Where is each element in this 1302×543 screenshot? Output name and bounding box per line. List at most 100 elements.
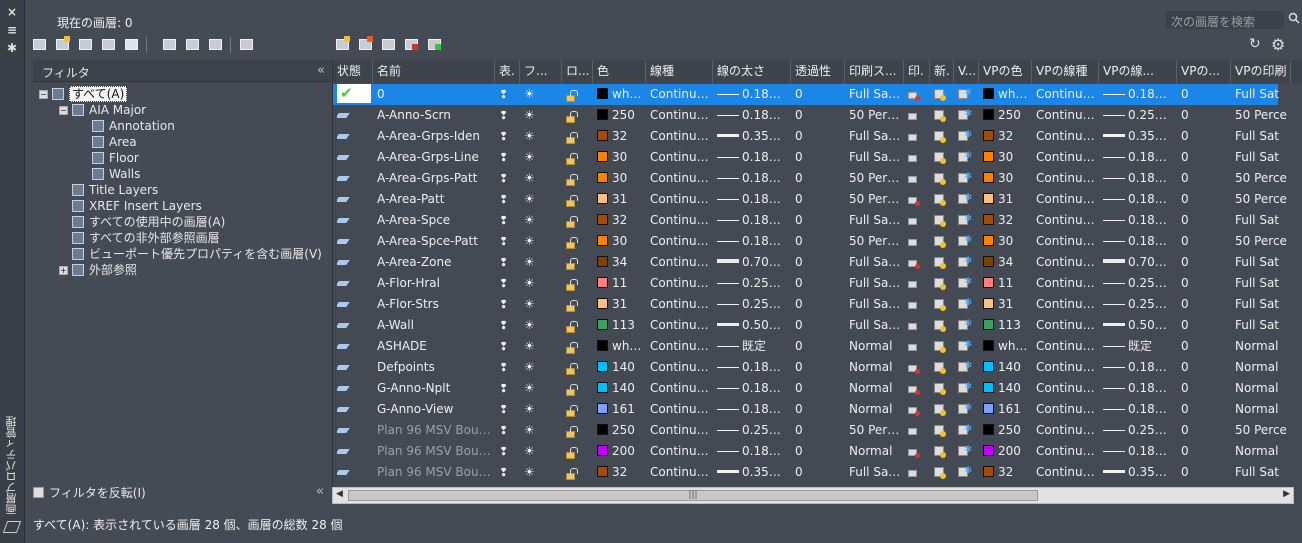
sun-icon[interactable]: ☀ bbox=[524, 255, 535, 269]
new-vp-freeze-icon[interactable] bbox=[934, 446, 946, 458]
vp-freeze-icon[interactable] bbox=[958, 420, 972, 440]
column-header[interactable]: VPの線種 bbox=[1032, 60, 1099, 83]
vp-freeze-icon[interactable] bbox=[958, 294, 972, 314]
lightbulb-icon[interactable]: ❢ bbox=[499, 256, 508, 269]
color-swatch[interactable] bbox=[597, 277, 608, 288]
color-swatch[interactable] bbox=[597, 151, 608, 162]
filter-tree-item[interactable]: Walls bbox=[79, 166, 140, 182]
table-row[interactable]: G-Anno-View ❢ ☀ 161 Continu… 0.18… 0 Normal 161 C… bbox=[333, 399, 1278, 420]
color-swatch[interactable] bbox=[597, 172, 608, 183]
filter-tree-item[interactable]: Annotation bbox=[79, 118, 175, 134]
layer-states-manager-icon[interactable] bbox=[77, 36, 94, 53]
vp-freeze-icon[interactable] bbox=[958, 189, 972, 209]
unlock-icon[interactable] bbox=[566, 195, 578, 207]
new-vp-freeze-icon[interactable] bbox=[934, 257, 946, 269]
lightbulb-icon[interactable]: ❢ bbox=[499, 445, 508, 458]
table-row[interactable]: Plan 96 MSV Bou… ❢ ☀ 200 Continu… 0.18… 0 Norma… bbox=[333, 441, 1278, 462]
color-swatch[interactable] bbox=[597, 214, 608, 225]
printer-icon[interactable] bbox=[908, 113, 917, 120]
folder-icon[interactable] bbox=[161, 36, 178, 53]
column-header[interactable]: V... bbox=[954, 60, 979, 83]
table-row[interactable]: Defpoints ❢ ☀ 140 Continu… 0.18… 0 Normal 140 Con… bbox=[333, 357, 1278, 378]
lightbulb-icon[interactable]: ❢ bbox=[499, 319, 508, 332]
vp-freeze-icon[interactable] bbox=[958, 315, 972, 335]
vp-color-swatch[interactable] bbox=[983, 277, 994, 288]
vp-color-swatch[interactable] bbox=[983, 361, 994, 372]
scroll-right-icon[interactable]: ▶ bbox=[1283, 489, 1290, 499]
filter-tree-item[interactable]: すべての非外部参照画層 bbox=[59, 230, 220, 246]
close-icon[interactable]: × bbox=[5, 6, 19, 18]
unlock-icon[interactable] bbox=[566, 300, 578, 312]
printer-icon[interactable] bbox=[908, 302, 917, 309]
refresh-icon[interactable]: ↻ bbox=[1249, 36, 1261, 52]
vp-freeze-icon[interactable] bbox=[958, 126, 972, 146]
layer-state-icon[interactable] bbox=[337, 218, 350, 223]
vp-color-swatch[interactable] bbox=[983, 235, 994, 246]
lightbulb-icon[interactable]: ❢ bbox=[499, 466, 508, 479]
layer-state-icon[interactable] bbox=[337, 407, 350, 412]
collapse-panel-icon[interactable]: « bbox=[316, 484, 324, 499]
new-vp-freeze-icon[interactable] bbox=[934, 110, 946, 122]
filter-tree-item[interactable]: すべての使用中の画層(A) bbox=[59, 214, 225, 230]
sun-icon[interactable]: ☀ bbox=[524, 381, 535, 395]
sun-icon[interactable]: ☀ bbox=[524, 150, 535, 164]
unlock-icon[interactable] bbox=[566, 216, 578, 228]
unlock-icon[interactable] bbox=[566, 153, 578, 165]
unlock-icon[interactable] bbox=[566, 342, 578, 354]
vp-color-swatch[interactable] bbox=[983, 172, 994, 183]
printer-icon[interactable] bbox=[908, 386, 920, 395]
vp-freeze-icon[interactable] bbox=[958, 462, 972, 482]
vp-color-swatch[interactable] bbox=[983, 340, 994, 351]
set-current-layer-icon[interactable] bbox=[426, 36, 443, 53]
printer-icon[interactable] bbox=[908, 407, 920, 416]
column-header[interactable]: 線種 bbox=[646, 60, 713, 83]
search-icon[interactable] bbox=[1288, 12, 1300, 24]
table-row[interactable]: A-Flor-Hral ❢ ☀ 11 Continu… 0.25… 0 Full Sa… 11 C… bbox=[333, 273, 1279, 294]
table-row[interactable]: A-Area-Grps-Iden ❢ ☀ 32 Continu… 0.35… 0 Full S… bbox=[333, 126, 1279, 147]
save-icon[interactable] bbox=[123, 36, 140, 53]
vp-color-swatch[interactable] bbox=[983, 130, 994, 141]
unlock-icon[interactable] bbox=[566, 174, 578, 186]
properties-icon[interactable]: ✱ bbox=[5, 42, 19, 54]
lightbulb-icon[interactable]: ❢ bbox=[499, 109, 508, 122]
layer-state-icon[interactable] bbox=[337, 134, 350, 139]
column-header[interactable]: 透過性 bbox=[791, 60, 845, 83]
new-vp-freeze-icon[interactable] bbox=[934, 341, 946, 353]
vp-color-swatch[interactable] bbox=[983, 193, 994, 204]
vp-freeze-icon[interactable] bbox=[958, 105, 972, 125]
sun-icon[interactable]: ☀ bbox=[524, 339, 535, 353]
new-vp-freeze-icon[interactable] bbox=[934, 362, 946, 374]
printer-icon[interactable] bbox=[908, 428, 917, 435]
table-row[interactable]: ✔ 0 ❢ ☀ wh… Continu… 0.18… 0 Full Sa… wh… Continu…… bbox=[333, 84, 1279, 105]
layer-state-icon[interactable] bbox=[337, 113, 350, 118]
collapse-filter-icon[interactable]: « bbox=[317, 63, 325, 78]
color-swatch[interactable] bbox=[597, 256, 608, 267]
vp-color-swatch[interactable] bbox=[983, 298, 994, 309]
sun-icon[interactable]: ☀ bbox=[524, 276, 535, 290]
table-row[interactable]: A-Area-Patt ❢ ☀ 31 Continu… 0.18… 0 50 Per… 31 Co… bbox=[333, 189, 1287, 210]
unlock-icon[interactable] bbox=[566, 90, 578, 102]
vp-color-swatch[interactable] bbox=[983, 214, 994, 225]
printer-icon[interactable] bbox=[908, 470, 917, 477]
unlock-icon[interactable] bbox=[566, 258, 578, 270]
color-swatch[interactable] bbox=[597, 445, 608, 456]
lightbulb-icon[interactable]: ❢ bbox=[499, 172, 508, 185]
lightbulb-icon[interactable]: ❢ bbox=[499, 151, 508, 164]
color-swatch[interactable] bbox=[597, 235, 608, 246]
printer-icon[interactable] bbox=[908, 92, 920, 101]
printer-icon[interactable] bbox=[908, 134, 917, 141]
lightbulb-icon[interactable]: ❢ bbox=[499, 403, 508, 416]
lightbulb-icon[interactable]: ❢ bbox=[499, 235, 508, 248]
printer-icon[interactable] bbox=[908, 218, 917, 225]
column-header[interactable]: ロ... bbox=[562, 60, 593, 83]
new-group-filter-icon[interactable] bbox=[54, 36, 71, 53]
new-layer-icon[interactable] bbox=[334, 36, 351, 53]
color-swatch[interactable] bbox=[597, 88, 608, 99]
sun-icon[interactable]: ☀ bbox=[524, 87, 535, 101]
checkbox-icon[interactable] bbox=[33, 487, 44, 498]
column-header[interactable]: VPの線... bbox=[1099, 60, 1177, 83]
color-swatch[interactable] bbox=[597, 298, 608, 309]
expander-icon[interactable]: + bbox=[59, 266, 68, 275]
expander-icon[interactable]: − bbox=[59, 106, 68, 115]
new-vp-freeze-icon[interactable] bbox=[934, 194, 946, 206]
